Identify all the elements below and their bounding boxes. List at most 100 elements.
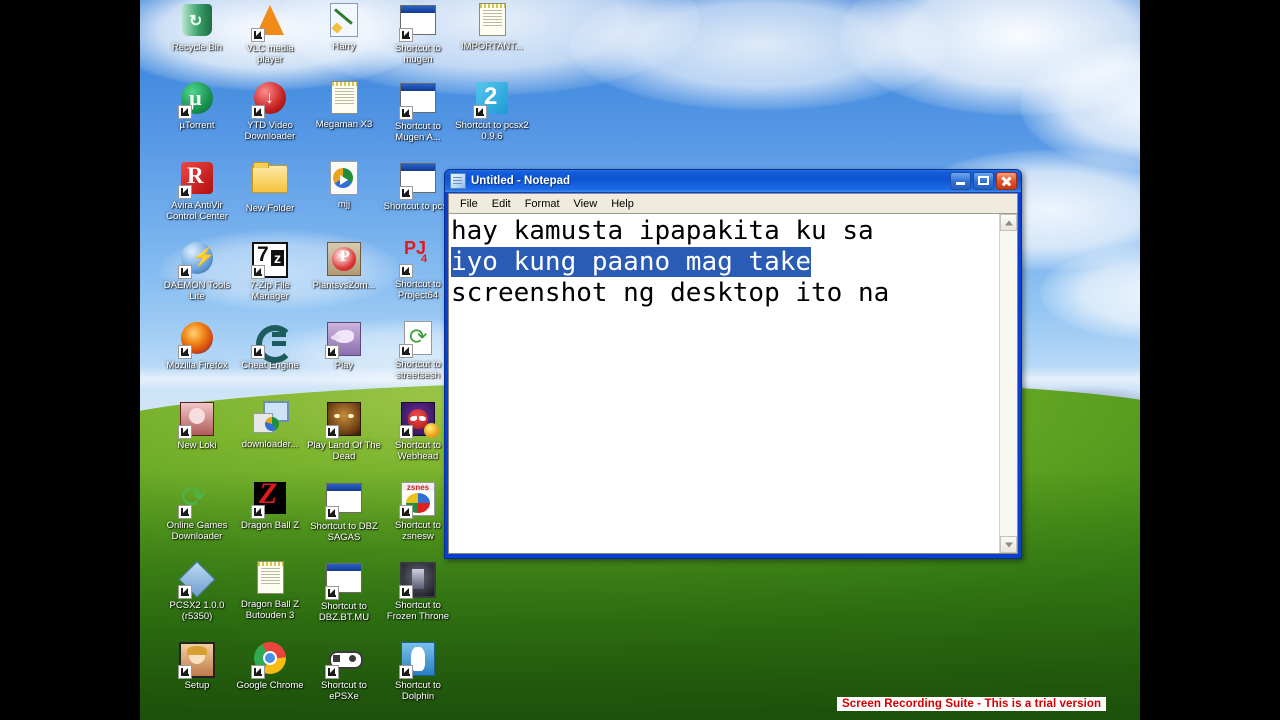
desktop-icon-label: Setup (184, 680, 210, 691)
shortcut-arrow-icon (399, 106, 413, 120)
desktop-icon[interactable]: Shortcut to DBZ.BT.MU (307, 560, 381, 623)
desktop-icon[interactable]: ⚡ DAEMON Tools Lite (160, 240, 234, 302)
shortcut-arrow-icon (399, 665, 413, 679)
text-line-1: hay kamusta ipapakita ku sa (451, 216, 874, 246)
desktop-icon-label: VLC media player (246, 43, 294, 65)
desktop-icon-label: Shortcut to DBZ.BT.MU (318, 601, 370, 623)
menu-item-format[interactable]: Format (518, 197, 567, 211)
webhead-icon (399, 402, 439, 439)
menu-item-file[interactable]: File (453, 197, 485, 211)
desktop-icon[interactable]: New Loki (160, 400, 234, 452)
menu-bar[interactable]: File Edit Format View Help (449, 194, 1017, 213)
menu-item-help[interactable]: Help (604, 197, 641, 211)
desktop-icon-label: DAEMON Tools Lite (163, 280, 231, 302)
desktop-icon-label: Online Games Downloader (166, 520, 228, 542)
desktop-icon[interactable]: Z Dragon Ball Z (233, 477, 307, 532)
notepad-edit-wrapper[interactable]: hay kamusta ipapakita ku sa iyo kung paa… (449, 213, 1017, 553)
notepad-window[interactable]: Untitled - Notepad File Edit Format View… (444, 169, 1022, 559)
desktop-icon[interactable]: Play Land Of The Dead (307, 400, 381, 462)
close-button[interactable] (996, 172, 1017, 190)
desktop-icon-label: Dragon Ball Z (240, 520, 300, 531)
desktop-icon[interactable]: 2 Shortcut to pcsx2 0.9.6 (455, 80, 529, 142)
desktop-icon[interactable]: mjj (307, 160, 381, 211)
desktop-icon[interactable]: ↻ Recycle Bin (160, 2, 234, 54)
shortcut-arrow-icon (251, 345, 265, 359)
desktop-icon[interactable]: Setup (160, 640, 234, 692)
paint-icon (326, 3, 362, 39)
menu-item-view[interactable]: View (567, 197, 605, 211)
setup-icon (178, 642, 215, 679)
desktop-icon[interactable]: Shortcut to Mugen A... (381, 80, 455, 143)
sevenzip-icon: 7z (251, 242, 288, 279)
desktop-icon[interactable]: Shortcut to Dolphin (381, 640, 455, 702)
desktop-icon-label: Harry (332, 41, 356, 52)
desktop-icon-label: Recycle Bin (171, 42, 223, 53)
text-line-3: screenshot ng desktop ito na (451, 278, 890, 308)
desktop-icon[interactable]: ↓ YTD Video Downloader (233, 80, 307, 142)
desktop-icon[interactable]: P PlantsvsZom... (307, 240, 381, 292)
desktop-icon[interactable]: µ µTorrent (160, 80, 234, 132)
desktop-icon[interactable]: Megaman X3 (307, 80, 381, 131)
desktop-icon[interactable]: VLC media player (233, 2, 307, 65)
desktop-icon[interactable]: IMPORTANT... (455, 2, 529, 53)
desktop-icon-label: µTorrent (179, 120, 215, 131)
epsxe-icon (325, 642, 363, 679)
dolphin-icon (399, 642, 436, 679)
desktop-icon[interactable]: New Folder (233, 160, 307, 215)
desktop-icon[interactable]: Dragon Ball Z Butouden 3 (233, 560, 307, 621)
desktop-icon-label: downloader... (241, 439, 299, 450)
window-title: Untitled - Notepad (471, 175, 571, 187)
desktop-icon[interactable]: ⟳ Online Games Downloader (160, 480, 234, 542)
shortcut-arrow-icon (178, 185, 192, 199)
shortcut-arrow-icon (473, 105, 487, 119)
play-icon (325, 322, 362, 359)
shortcut-arrow-icon (251, 505, 265, 519)
shortcut-arrow-icon (178, 585, 192, 599)
notepad-textarea[interactable]: hay kamusta ipapakita ku sa iyo kung paa… (449, 214, 999, 553)
desktop-icon[interactable]: Harry (307, 2, 381, 53)
window-icon (399, 163, 436, 200)
desktop-icon-label: mjj (337, 199, 351, 210)
mediafile-icon (326, 161, 362, 197)
pvz-icon: P (326, 242, 362, 278)
shortcut-arrow-icon (399, 264, 413, 278)
greenfile-icon: ⟳ (399, 321, 436, 358)
desktop-icon[interactable]: PCSX2 1.0.0 (r5350) (160, 560, 234, 622)
notepad-titlebar[interactable]: Untitled - Notepad (445, 170, 1021, 192)
shortcut-arrow-icon (251, 28, 265, 42)
scroll-up-arrow-icon[interactable] (1000, 214, 1017, 231)
desktop-icon[interactable]: Shortcut to ePSXe (307, 640, 381, 702)
cheat-icon (251, 322, 294, 363)
desktop-icon[interactable]: Shortcut to mugen (381, 2, 455, 65)
desktop-icon-label: IMPORTANT... (461, 41, 523, 52)
desktop-icon[interactable]: downloader... (233, 400, 307, 451)
dbz-icon: Z (251, 477, 288, 519)
recycle-icon: ↻ (179, 4, 215, 40)
maximize-button[interactable] (973, 172, 994, 190)
frozen-icon (399, 562, 436, 599)
desktop-icon[interactable]: Shortcut to DBZ SAGAS (307, 480, 381, 543)
desktop-icon[interactable]: Play (307, 320, 381, 372)
desktop-icon-label: Shortcut to DBZ SAGAS (310, 521, 378, 543)
desktop-icon[interactable]: Shortcut to Frozen Throne (381, 560, 455, 622)
desktop-icon-label: New Loki (177, 440, 217, 451)
desktop-icon[interactable]: 7 z 7-Zip File Manager (233, 240, 307, 302)
desktop-icon-label: YTD Video Downloader (244, 120, 296, 142)
desktop-icon[interactable]: Google Chrome (233, 640, 307, 692)
desktop-icon[interactable]: Cheat Engine (233, 320, 307, 372)
pcsx2b-icon (178, 561, 216, 599)
folder-icon (252, 162, 288, 201)
desktop-icon[interactable]: Mozilla Firefox (160, 320, 234, 372)
minimize-button[interactable] (950, 172, 971, 190)
desktop-icon-label: Megaman X3 (315, 119, 373, 130)
scrollbar-track[interactable] (1000, 231, 1017, 536)
scroll-down-arrow-icon[interactable] (1000, 536, 1017, 553)
pj64-icon: PJ 4 (399, 238, 436, 278)
desktop-icon-label: Play Land Of The Dead (307, 440, 381, 462)
desktop-icon[interactable]: R Avira AntiVir Control Center (160, 160, 234, 222)
lotd-icon (325, 402, 362, 439)
notepad-icon (474, 3, 510, 39)
ytd-icon: ↓ (251, 82, 288, 119)
menu-item-edit[interactable]: Edit (485, 197, 518, 211)
vertical-scrollbar[interactable] (999, 214, 1017, 553)
